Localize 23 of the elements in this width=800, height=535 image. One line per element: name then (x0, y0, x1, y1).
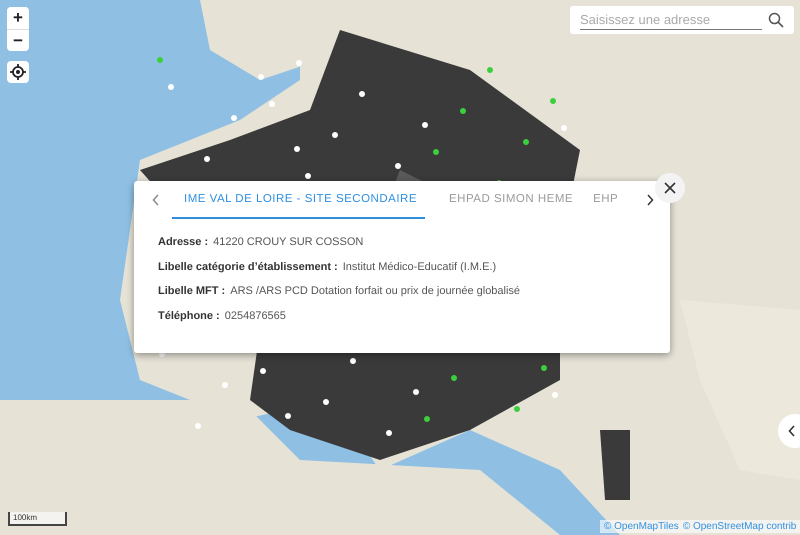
search-icon (768, 12, 784, 28)
field-value: Institut Médico-Educatif (I.M.E.) (342, 260, 496, 274)
field-label: Adresse : (158, 235, 208, 250)
attribution-link[interactable]: © OpenStreetMap contrib (682, 521, 796, 532)
scale-bar: 100km (8, 512, 67, 526)
chevron-left-icon (152, 194, 160, 206)
chevron-left-icon (788, 425, 796, 437)
chevron-right-icon (646, 194, 654, 206)
locate-button[interactable] (7, 61, 29, 83)
tab[interactable]: EHP (581, 181, 626, 219)
attribution-link[interactable]: © OpenMapTiles (604, 521, 679, 532)
tab[interactable]: EHPAD SIMON HEME (437, 181, 582, 219)
field-label: Téléphone : (158, 308, 220, 323)
close-icon (664, 182, 676, 194)
field-value: 0254876565 (224, 308, 286, 323)
search-field[interactable]: Saisissez une adresse (570, 6, 794, 34)
crosshair-icon (10, 64, 26, 80)
field-value: 41220 CROUY SUR COSSON (213, 235, 364, 250)
tab[interactable]: IME VAL DE LOIRE - SITE SECONDAIRE (172, 181, 425, 219)
field-label: Libelle catégorie d’établissement : (158, 260, 338, 274)
zoom-out-button[interactable]: − (7, 29, 29, 51)
field-label: Libelle MFT : (158, 284, 226, 298)
field-value: ARS /ARS PCD Dotation forfait ou prix de journée globalisé (230, 284, 520, 298)
